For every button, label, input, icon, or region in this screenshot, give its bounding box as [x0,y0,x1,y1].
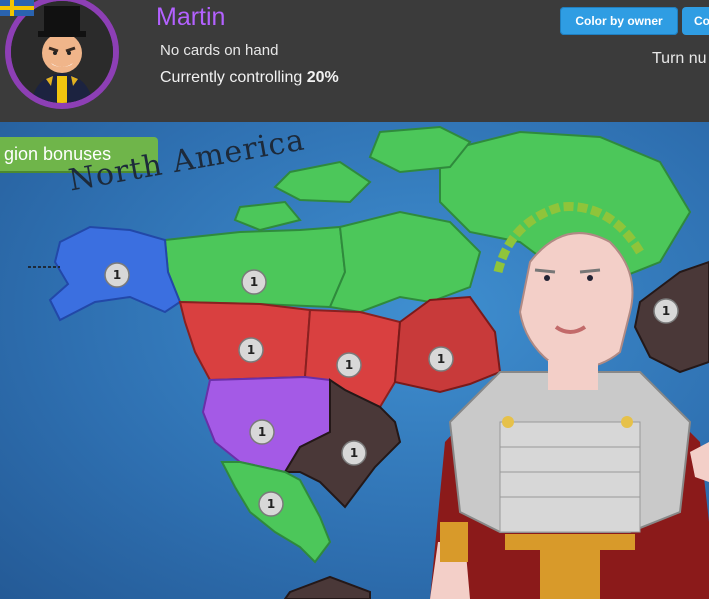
troop-count: 1 [250,275,258,289]
troop-badge-western-united-states[interactable]: 1 [249,419,275,445]
cards-status: No cards on hand [160,42,279,59]
troop-count: 1 [662,304,670,318]
sweden-flag-icon [0,0,34,16]
troop-count: 1 [437,352,445,366]
troop-badges: 1 1 1 1 1 1 1 1 1 [104,262,679,517]
troop-count: 1 [345,358,353,372]
turn-number: Turn nu [652,50,707,67]
control-status: Currently controlling 20% [160,69,339,87]
troop-badge-quebec[interactable]: 1 [428,346,454,372]
troop-badge-iceland[interactable]: 1 [653,298,679,324]
troop-badge-alaska[interactable]: 1 [104,262,130,288]
general-portrait-icon [11,1,113,103]
color-option-button[interactable]: Co [682,7,709,35]
game-map: gion bonuses North America 111111111 [0,122,709,599]
troop-count: 1 [247,343,255,357]
control-label: Currently controlling [160,69,303,86]
player-header: Martin No cards on hand Currently contro… [0,0,709,122]
troop-badge-central-america[interactable]: 1 [258,491,284,517]
troop-count: 1 [350,446,358,460]
troop-count: 1 [258,425,266,439]
color-by-owner-button[interactable]: Color by owner [560,7,678,35]
player-avatar [5,0,119,109]
troop-badge-northwest-territory[interactable]: 1 [241,269,267,295]
troop-badge-eastern-united-states[interactable]: 1 [341,440,367,466]
troop-badge-ontario[interactable]: 1 [336,352,362,378]
control-percent: 20% [306,69,339,86]
player-name: Martin [156,3,226,31]
troop-count: 1 [113,268,121,282]
troop-badge-alberta[interactable]: 1 [238,337,264,363]
troop-count: 1 [267,497,275,511]
